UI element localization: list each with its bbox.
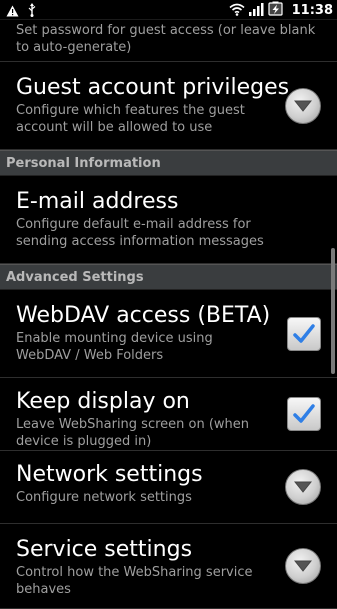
checkmark-icon xyxy=(293,404,315,423)
guest-privileges-title: Guest account privileges xyxy=(16,75,290,100)
clock-time: 11:38 xyxy=(291,3,333,18)
personal-information-header: Personal Information xyxy=(0,150,337,176)
network-settings-summary: Configure network settings xyxy=(16,490,192,505)
warning-icon xyxy=(6,2,19,21)
keep-display-on-preference[interactable]: Keep display on Leave WebSharing screen … xyxy=(0,378,337,451)
checkmark-icon xyxy=(293,323,315,343)
keep-display-on-checkbox[interactable] xyxy=(287,397,321,431)
network-settings-title: Network settings xyxy=(16,462,203,487)
keep-display-on-summary: Leave WebSharing screen on (when device … xyxy=(16,417,250,449)
chevron-down-icon[interactable] xyxy=(285,548,321,584)
network-settings-preference[interactable]: Network settings Configure network setti… xyxy=(0,451,337,524)
service-settings-preference[interactable]: Service settings Control how the WebShar… xyxy=(0,524,337,609)
chevron-down-icon[interactable] xyxy=(285,87,321,124)
scrollbar[interactable] xyxy=(331,248,335,374)
keep-display-on-title: Keep display on xyxy=(16,389,190,414)
webdav-access-preference[interactable]: WebDAV access (BETA) Enable mounting dev… xyxy=(0,290,337,378)
guest-privileges-preference[interactable]: Guest account privileges Configure which… xyxy=(0,62,337,150)
email-address-summary: Configure default e-mail address for sen… xyxy=(16,217,264,249)
preferences-list[interactable]: Set password for guest access (or leave … xyxy=(0,20,337,609)
signal-icon xyxy=(248,1,264,20)
advanced-settings-header: Advanced Settings xyxy=(0,264,337,290)
webdav-access-summary: Enable mounting device using WebDAV / We… xyxy=(16,331,213,363)
service-settings-summary: Control how the WebSharing service behav… xyxy=(16,565,253,597)
service-settings-title: Service settings xyxy=(16,537,193,562)
email-address-title: E-mail address xyxy=(16,189,179,214)
guest-privileges-summary: Configure which features the guest accou… xyxy=(16,103,245,135)
webdav-checkbox[interactable] xyxy=(287,316,321,351)
usb-icon xyxy=(27,2,37,21)
battery-charging-icon xyxy=(268,1,284,20)
chevron-down-icon[interactable] xyxy=(285,469,321,505)
status-bar: 11:38 xyxy=(0,0,337,20)
guest-password-summary: Set password for guest access (or leave … xyxy=(16,23,316,55)
webdav-access-title: WebDAV access (BETA) xyxy=(16,303,271,328)
wifi-icon xyxy=(229,1,245,20)
email-address-preference[interactable]: E-mail address Configure default e-mail … xyxy=(0,176,337,264)
guest-password-preference[interactable]: Set password for guest access (or leave … xyxy=(0,22,337,62)
